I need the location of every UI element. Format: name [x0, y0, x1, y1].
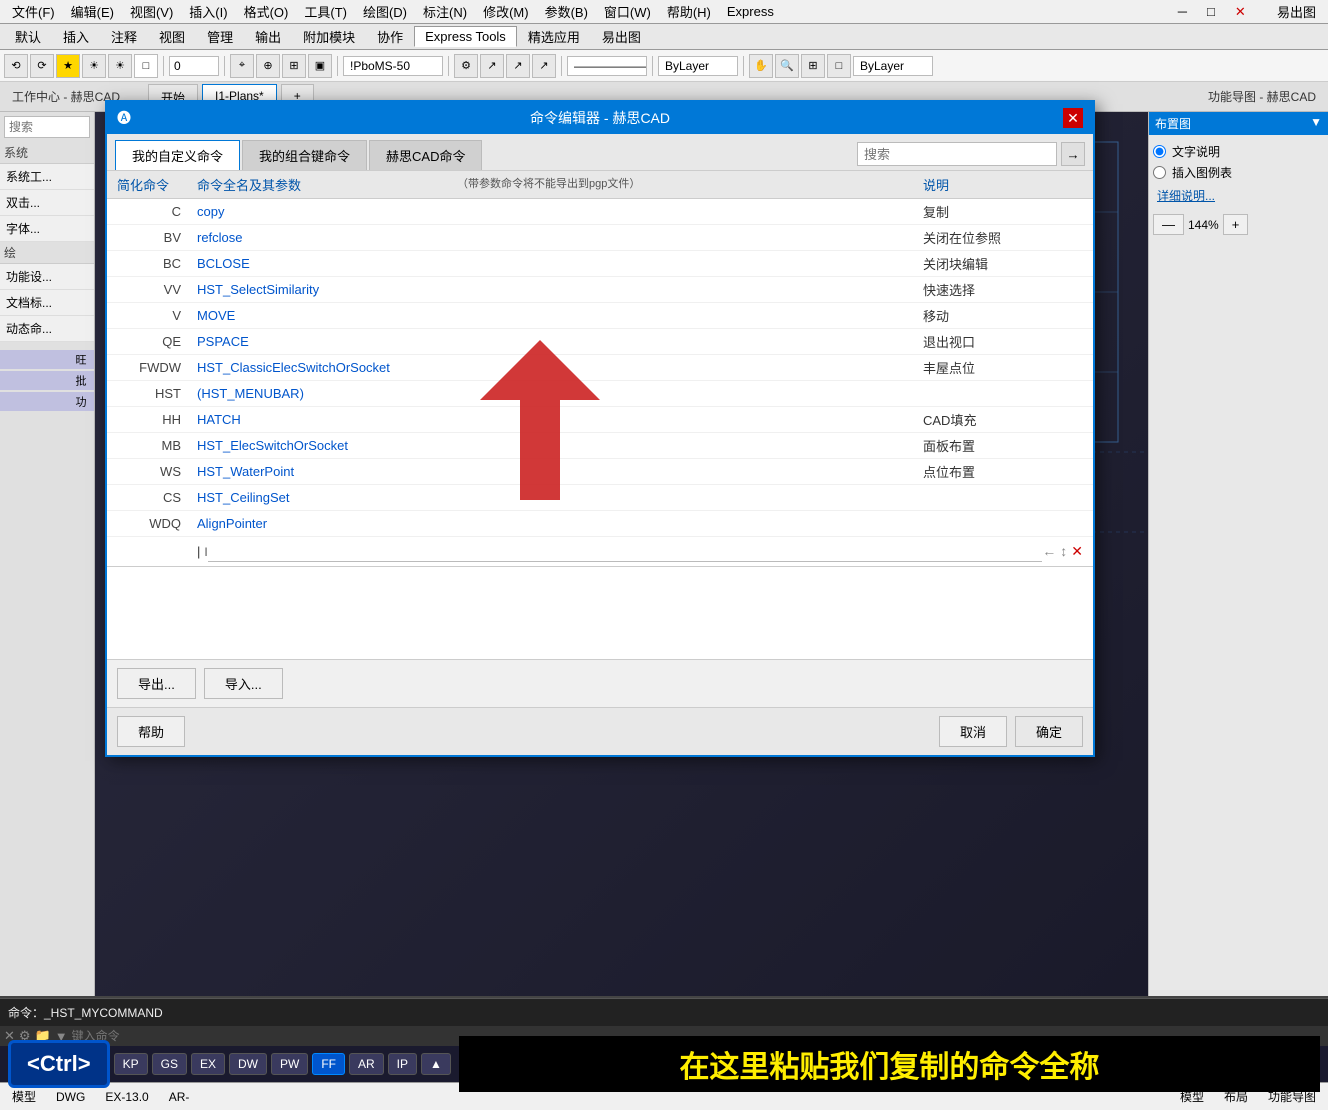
action-delete-icon[interactable]: ✕: [1071, 543, 1083, 560]
row-desc-9: 面板布置: [923, 436, 1083, 455]
modal-table-header: 简化命令 命令全名及其参数 （带参数命令将不能导出到pgp文件） 说明: [107, 171, 1093, 199]
table-row[interactable]: MB HST_ElecSwitchOrSocket 面板布置: [107, 433, 1093, 459]
table-row[interactable]: QE PSPACE 退出视口: [107, 329, 1093, 355]
row-desc-5: 退出视口: [923, 332, 1083, 351]
modal-title-icon: 🅐: [117, 108, 131, 128]
col-header-desc: 说明: [923, 175, 1083, 194]
row-desc-0: 复制: [923, 202, 1083, 221]
row-abbr-10: WS: [117, 464, 197, 479]
modal-search-input[interactable]: [857, 142, 1057, 166]
col-header-abbr: 简化命令: [117, 175, 197, 194]
status-ar[interactable]: AR-: [163, 1088, 196, 1106]
row-cmd-1[interactable]: refclose: [197, 230, 457, 245]
table-row[interactable]: WDQ AlignPointer: [107, 511, 1093, 537]
modal-tab-hotkey[interactable]: 我的组合键命令: [242, 140, 367, 170]
row-cmd-5[interactable]: PSPACE: [197, 334, 457, 349]
row-cmd-6[interactable]: HST_ClassicElecSwitchOrSocket: [197, 360, 457, 375]
status-dwg[interactable]: DWG: [50, 1088, 91, 1106]
table-row[interactable]: V MOVE 移动: [107, 303, 1093, 329]
row-cmd-12[interactable]: AlignPointer: [197, 516, 457, 531]
row-abbr-2: BC: [117, 256, 197, 271]
row-abbr-0: C: [117, 204, 197, 219]
status-model-right[interactable]: 模型: [1174, 1086, 1210, 1107]
row-abbr-11: CS: [117, 490, 197, 505]
row-desc-2: 关闭块编辑: [923, 254, 1083, 273]
row-abbr-6: FWDW: [117, 360, 197, 375]
modal-tabs: 我的自定义命令 我的组合键命令 赫思CAD命令: [115, 140, 482, 170]
status-layout[interactable]: 布局: [1218, 1086, 1254, 1107]
modal-input-row: | I ← ↕ ✕: [107, 537, 1093, 567]
input-row-content: | I: [197, 542, 1042, 562]
col-header-cmd: 命令全名及其参数: [197, 175, 457, 194]
status-funcmap[interactable]: 功能导图: [1262, 1086, 1322, 1107]
table-row[interactable]: CS HST_CeilingSet: [107, 485, 1093, 511]
status-model[interactable]: 模型: [6, 1086, 42, 1107]
modal-body: C copy 复制 BV refclose 关闭在位参照 BC BCLOSE 关…: [107, 199, 1093, 659]
modal-footer-top: 导出... 导入...: [107, 659, 1093, 707]
row-desc-3: 快速选择: [923, 280, 1083, 299]
row-cmd-4[interactable]: MOVE: [197, 308, 457, 323]
cancel-button[interactable]: 取消: [939, 716, 1007, 747]
input-action-icons: ← ↕ ✕: [1042, 543, 1083, 560]
table-row[interactable]: BV refclose 关闭在位参照: [107, 225, 1093, 251]
row-cmd-11[interactable]: HST_CeilingSet: [197, 490, 457, 505]
ok-button[interactable]: 确定: [1015, 716, 1083, 747]
table-row[interactable]: BC BCLOSE 关闭块编辑: [107, 251, 1093, 277]
help-button[interactable]: 帮助: [117, 716, 185, 747]
row-abbr-3: VV: [117, 282, 197, 297]
row-cmd-3[interactable]: HST_SelectSimilarity: [197, 282, 457, 297]
import-button[interactable]: 导入...: [204, 668, 283, 699]
export-button[interactable]: 导出...: [117, 668, 196, 699]
modal-tab-custom[interactable]: 我的自定义命令: [115, 140, 240, 170]
table-row[interactable]: HST (HST_MENUBAR): [107, 381, 1093, 407]
table-row[interactable]: VV HST_SelectSimilarity 快速选择: [107, 277, 1093, 303]
modal-text-input[interactable]: [208, 542, 1043, 562]
modal-close-button[interactable]: ✕: [1063, 108, 1083, 128]
modal-overlay: 🅐 命令编辑器 - 赫思CAD ✕ 我的自定义命令 我的组合键命令 赫思CAD命…: [0, 0, 1328, 1080]
modal-search-go-button[interactable]: →: [1061, 142, 1085, 166]
row-desc-10: 点位布置: [923, 462, 1083, 481]
row-cmd-2[interactable]: BCLOSE: [197, 256, 457, 271]
row-abbr-1: BV: [117, 230, 197, 245]
col-header-hint: （带参数命令将不能导出到pgp文件）: [457, 175, 923, 194]
row-abbr-5: QE: [117, 334, 197, 349]
action-left-icon[interactable]: ←: [1042, 543, 1056, 560]
row-desc-1: 关闭在位参照: [923, 228, 1083, 247]
row-abbr-12: WDQ: [117, 516, 197, 531]
table-row[interactable]: HH HATCH CAD填充: [107, 407, 1093, 433]
row-abbr-7: HST: [117, 386, 197, 401]
row-desc-6: 丰屋点位: [923, 358, 1083, 377]
row-cmd-0[interactable]: copy: [197, 204, 457, 219]
row-abbr-8: HH: [117, 412, 197, 427]
row-abbr-9: MB: [117, 438, 197, 453]
modal-title-text: 命令编辑器 - 赫思CAD: [530, 108, 670, 128]
modal-search-row: →: [857, 142, 1085, 170]
action-move-icon[interactable]: ↕: [1060, 543, 1067, 560]
row-cmd-8[interactable]: HATCH: [197, 412, 457, 427]
modal-tabs-row: 我的自定义命令 我的组合键命令 赫思CAD命令 →: [107, 134, 1093, 171]
modal-tab-hstsad[interactable]: 赫思CAD命令: [369, 140, 482, 170]
table-row[interactable]: WS HST_WaterPoint 点位布置: [107, 459, 1093, 485]
row-abbr-4: V: [117, 308, 197, 323]
modal-footer-bottom: 帮助 取消 确定: [107, 707, 1093, 755]
row-desc-8: CAD填充: [923, 410, 1083, 429]
row-cmd-9[interactable]: HST_ElecSwitchOrSocket: [197, 438, 457, 453]
row-cmd-7[interactable]: (HST_MENUBAR): [197, 386, 457, 401]
row-cmd-10[interactable]: HST_WaterPoint: [197, 464, 457, 479]
row-desc-4: 移动: [923, 306, 1083, 325]
modal-titlebar: 🅐 命令编辑器 - 赫思CAD ✕: [107, 102, 1093, 134]
table-row[interactable]: C copy 复制: [107, 199, 1093, 225]
modal-dialog: 🅐 命令编辑器 - 赫思CAD ✕ 我的自定义命令 我的组合键命令 赫思CAD命…: [105, 100, 1095, 757]
cursor-icon: |: [197, 544, 200, 559]
table-row[interactable]: FWDW HST_ClassicElecSwitchOrSocket 丰屋点位: [107, 355, 1093, 381]
status-ex[interactable]: EX-13.0: [99, 1088, 154, 1106]
